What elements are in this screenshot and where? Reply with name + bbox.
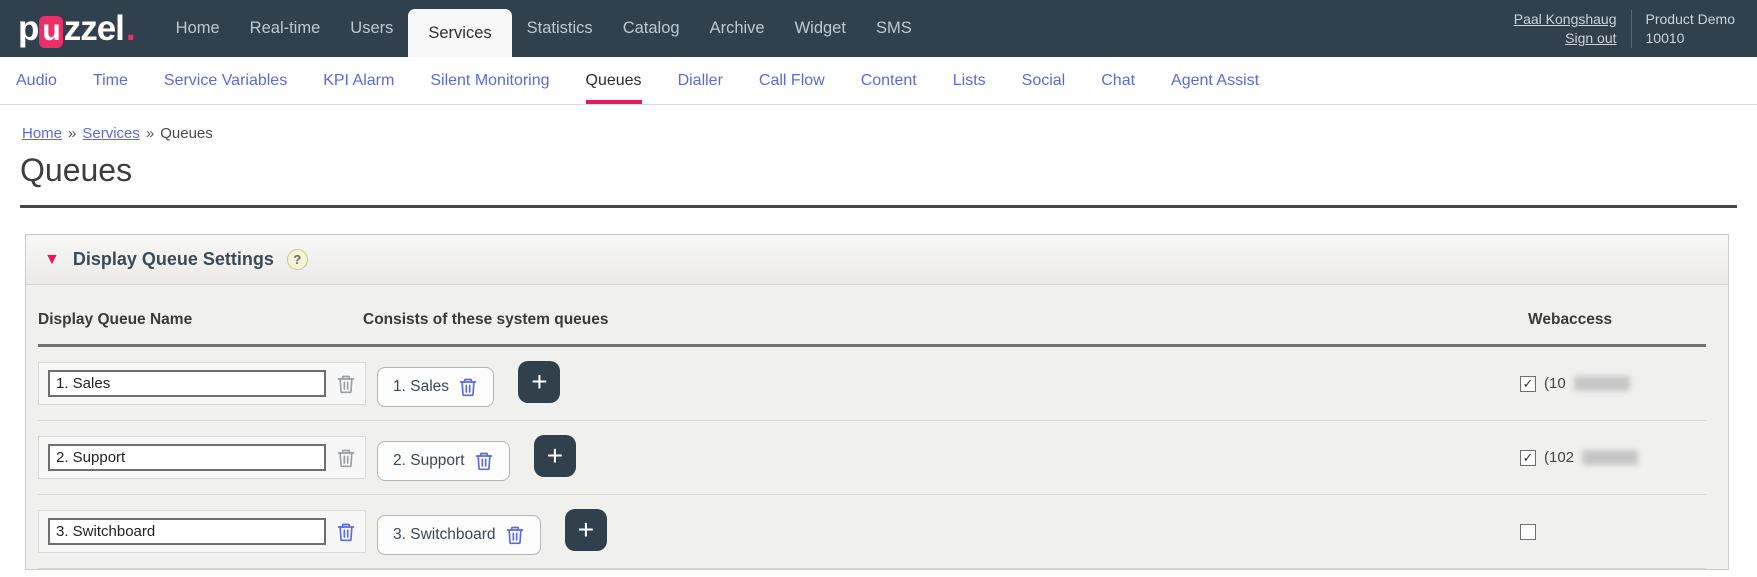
nav-item-users[interactable]: Users [335, 0, 408, 57]
subnav-item-call-flow[interactable]: Call Flow [759, 57, 825, 104]
subnav-item-social[interactable]: Social [1022, 57, 1066, 104]
checkbox-check-mark: ✓ [1522, 449, 1534, 465]
webaccess-value: (10 [1544, 375, 1566, 392]
breadcrumb-services-link[interactable]: Services [82, 125, 140, 142]
panel-body: Display Queue Name Consists of these sys… [26, 285, 1728, 569]
subnav-item-time[interactable]: Time [93, 57, 128, 104]
webaccess-checkbox[interactable]: ✓ [1520, 449, 1536, 466]
topbar-right-section: Paal Kongshaug Sign out Product Demo 100… [1514, 0, 1757, 57]
panel-header-display-queue-settings[interactable]: ▼ Display Queue Settings ? [26, 235, 1728, 285]
queue-name-field-group [38, 362, 366, 405]
puzzel-logo[interactable]: p u zzel. [0, 0, 161, 57]
logo-dot: . [125, 8, 136, 48]
system-queue-chip[interactable]: 2. Support [377, 440, 510, 481]
nav-item-home[interactable]: Home [161, 0, 235, 57]
checkbox-check-mark: ✓ [1522, 375, 1534, 391]
nav-item-archive[interactable]: Archive [695, 0, 780, 57]
breadcrumb-separator: » [68, 125, 77, 142]
title-divider [20, 205, 1737, 208]
queue-name-input[interactable] [48, 370, 326, 397]
subnav-item-kpi-alarm[interactable]: KPI Alarm [323, 57, 394, 104]
system-queue-chip[interactable]: 1. Sales [377, 366, 495, 407]
user-profile-link[interactable]: Paal Kongshaug [1514, 10, 1617, 29]
subnav-item-audio[interactable]: Audio [16, 57, 57, 104]
subnav-item-agent-assist[interactable]: Agent Assist [1171, 57, 1259, 104]
delete-queue-icon[interactable] [336, 448, 356, 468]
webaccess-checkbox[interactable] [1520, 523, 1536, 540]
nav-item-catalog[interactable]: Catalog [608, 0, 695, 57]
topbar-divider [1630, 9, 1632, 48]
queue-name-field-group [38, 436, 366, 479]
account-name: Product Demo [1645, 10, 1735, 27]
column-header-display-queue-name: Display Queue Name [38, 311, 193, 328]
system-queue-chip-label: 1. Sales [393, 377, 450, 395]
remove-system-queue-icon[interactable] [505, 525, 525, 545]
logo-u-mark: u [39, 15, 63, 48]
webaccess-value: (102 [1544, 449, 1575, 466]
account-info: Product Demo 10010 [1646, 10, 1735, 48]
account-id: 10010 [1645, 29, 1685, 46]
subnav-item-service-variables[interactable]: Service Variables [164, 57, 287, 104]
remove-system-queue-icon[interactable] [474, 451, 494, 471]
add-system-queue-button[interactable]: + [533, 434, 576, 477]
logo-text-pre: p [18, 8, 39, 48]
column-header-system-queues: Consists of these system queues [363, 311, 609, 328]
subnav-item-dialler[interactable]: Dialler [678, 57, 723, 104]
add-system-queue-button[interactable]: + [518, 360, 561, 403]
sign-out-link[interactable]: Sign out [1514, 29, 1616, 48]
remove-system-queue-icon[interactable] [458, 377, 478, 397]
redacted-webaccess-value [1582, 450, 1639, 465]
subnav-item-lists[interactable]: Lists [953, 57, 986, 104]
nav-item-statistics[interactable]: Statistics [512, 0, 608, 57]
nav-item-real-time[interactable]: Real-time [235, 0, 336, 57]
column-header-webaccess: Webaccess [1528, 311, 1613, 328]
top-bar: p u zzel. Home Real-time Users Services St… [0, 0, 1757, 57]
nav-item-widget[interactable]: Widget [780, 0, 861, 57]
subnav-item-content[interactable]: Content [861, 57, 917, 104]
delete-queue-icon[interactable] [336, 374, 356, 394]
system-queue-chip[interactable]: 3. Switchboard [377, 514, 541, 555]
table-row: 1. Sales + ✓ (10 [38, 347, 1706, 421]
table-row: 2. Support + ✓ (102 [38, 421, 1706, 495]
table-header-row: Display Queue Name Consists of these sys… [38, 311, 1714, 344]
redacted-webaccess-value [1573, 376, 1630, 391]
panel-title: Display Queue Settings [72, 249, 274, 269]
breadcrumb-current: Queues [160, 125, 213, 142]
system-queue-chip-label: 3. Switchboard [393, 525, 496, 543]
logo-text-post: zzel [63, 8, 125, 48]
services-sub-nav: Audio Time Service Variables KPI Alarm S… [0, 57, 1757, 105]
add-system-queue-button[interactable]: + [564, 508, 607, 551]
delete-queue-icon[interactable] [336, 522, 356, 542]
breadcrumb-separator: » [145, 125, 155, 142]
table-row: 3. Switchboard + [38, 495, 1706, 569]
webaccess-checkbox[interactable]: ✓ [1520, 375, 1536, 392]
queue-name-input[interactable] [48, 444, 326, 471]
subnav-item-chat[interactable]: Chat [1101, 57, 1135, 104]
nav-item-services[interactable]: Services [408, 9, 512, 57]
page-title: Queues [20, 152, 133, 188]
help-icon[interactable]: ? [286, 249, 308, 270]
collapse-triangle-icon[interactable]: ▼ [44, 251, 60, 269]
queue-name-input[interactable] [48, 518, 326, 545]
queue-name-field-group [38, 510, 366, 553]
subnav-item-silent-monitoring[interactable]: Silent Monitoring [430, 57, 549, 104]
subnav-item-queues[interactable]: Queues [585, 57, 642, 104]
nav-item-sms[interactable]: SMS [861, 0, 927, 57]
breadcrumb-home-link[interactable]: Home [22, 125, 62, 142]
main-nav: Home Real-time Users Services Statistics… [161, 0, 927, 57]
breadcrumb: Home » Services » Queues [22, 125, 1757, 142]
display-queue-settings-panel: ▼ Display Queue Settings ? Display Queue… [25, 234, 1729, 570]
system-queue-chip-label: 2. Support [393, 451, 465, 469]
